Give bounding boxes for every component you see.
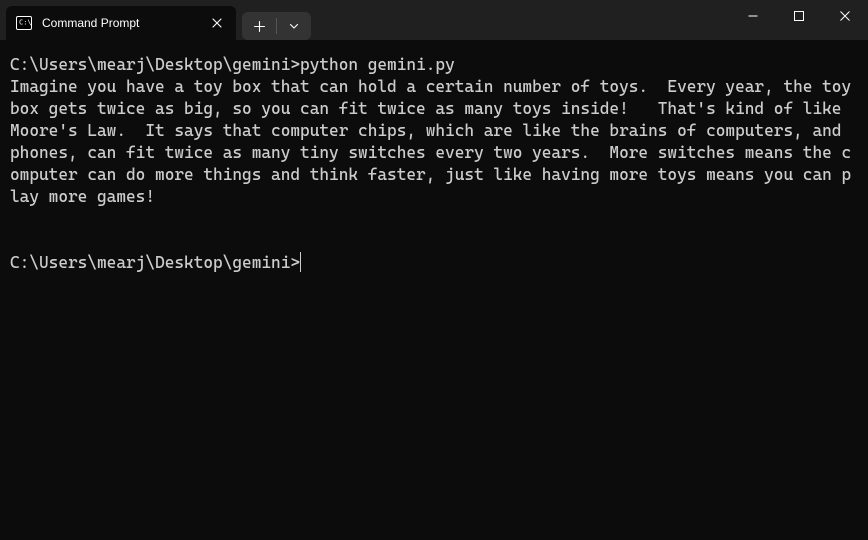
terminal-area[interactable]: C:\Users\mearj\Desktop\gemini>python gem… [0,40,868,540]
close-window-button[interactable] [822,0,868,32]
titlebar[interactable]: C:\ Command Prompt [0,0,868,40]
tab-command-prompt[interactable]: C:\ Command Prompt [6,6,236,40]
maximize-icon [794,11,804,21]
close-icon [212,18,222,28]
command-text: python gemini.py [300,55,455,74]
minimize-button[interactable] [730,0,776,32]
plus-icon [254,21,265,32]
close-icon [840,11,850,21]
prompt-path: C:\Users\mearj\Desktop\gemini> [10,55,300,74]
new-tab-button[interactable] [242,12,276,40]
svg-text:C:\: C:\ [19,19,32,27]
maximize-button[interactable] [776,0,822,32]
cursor [300,252,301,272]
chevron-down-icon [289,21,299,31]
minimize-icon [748,11,758,21]
window-controls [730,0,868,40]
prompt-path: C:\Users\mearj\Desktop\gemini> [10,253,300,272]
tab-title: Command Prompt [42,16,200,30]
cmd-icon: C:\ [16,15,32,31]
prompt-line-1: C:\Users\mearj\Desktop\gemini>python gem… [10,55,455,74]
tabs-area: C:\ Command Prompt [0,0,311,40]
window: C:\ Command Prompt [0,0,868,540]
tab-close-button[interactable] [208,14,226,32]
tab-dropdown-button[interactable] [277,12,311,40]
output-text: Imagine you have a toy box that can hold… [10,77,861,206]
tab-actions [242,12,311,40]
prompt-line-2: C:\Users\mearj\Desktop\gemini> [10,253,301,272]
